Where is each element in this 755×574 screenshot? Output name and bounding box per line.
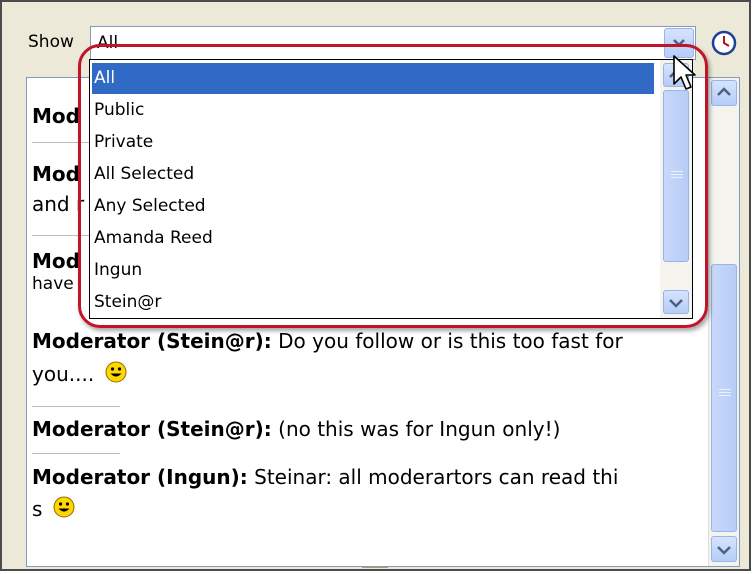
chevron-up-icon xyxy=(717,87,731,96)
thumb-grip xyxy=(671,174,683,175)
dropdown-scroll-thumb[interactable] xyxy=(663,90,689,262)
show-label: Show xyxy=(28,32,74,52)
dropdown-option-private[interactable]: Private xyxy=(92,127,654,158)
message-text: (no this was for Ingun only!) xyxy=(271,417,561,441)
chevron-down-icon xyxy=(717,546,731,555)
chevron-down-icon xyxy=(669,299,683,308)
thumb-grip xyxy=(719,392,731,393)
scroll-thumb[interactable] xyxy=(711,264,737,532)
chat-message: Moderator (Stein@r): (no this was for In… xyxy=(32,413,672,445)
message-text: you.... xyxy=(32,362,101,386)
dropdown-option-ingun[interactable]: Ingun xyxy=(92,255,654,286)
smiley-icon xyxy=(53,496,75,518)
thumb-grip xyxy=(719,389,731,390)
chat-message: Moderator (Stein@r): Do you follow or is… xyxy=(32,325,672,357)
smiley-icon xyxy=(105,361,127,383)
scroll-up-button[interactable] xyxy=(711,80,737,106)
chat-message: Moderator (Ingun): Steinar: all moderart… xyxy=(32,461,672,493)
message-author: Moderator (Stein@r): xyxy=(32,329,272,353)
message-author: Mod xyxy=(32,104,80,128)
dropdown-scrollbar[interactable] xyxy=(660,60,692,318)
dropdown-option-all-selected[interactable]: All Selected xyxy=(92,159,654,190)
scroll-down-button[interactable] xyxy=(711,536,737,562)
chat-message-cont: you.... xyxy=(32,358,672,390)
dropdown-option-steinar[interactable]: Stein@r xyxy=(92,287,654,318)
message-separator xyxy=(32,453,120,454)
dropdown-option-amanda-reed[interactable]: Amanda Reed xyxy=(92,223,654,254)
message-text: Steinar: all moderartors can read thi xyxy=(247,465,619,489)
message-author: Moderator (Ingun): xyxy=(32,465,248,489)
dropdown-option-all[interactable]: All xyxy=(92,63,654,94)
chevron-down-icon xyxy=(673,39,685,47)
message-author: Moderator (Stein@r): xyxy=(32,417,272,441)
message-text: Do you follow or is this too fast for xyxy=(271,329,623,353)
chat-scrollbar[interactable] xyxy=(708,78,739,566)
message-separator xyxy=(32,406,120,407)
message-text: s xyxy=(32,497,49,521)
thumb-grip xyxy=(719,395,731,396)
filter-combobox[interactable]: All xyxy=(90,26,696,60)
thumb-grip xyxy=(671,171,683,172)
message-author: Mod xyxy=(32,162,80,186)
dropdown-option-any-selected[interactable]: Any Selected xyxy=(92,191,654,222)
dropdown-option-public[interactable]: Public xyxy=(92,95,654,126)
filter-dropdown-list[interactable]: All Public Private All Selected Any Sele… xyxy=(89,59,693,319)
dropdown-scroll-down-button[interactable] xyxy=(663,290,689,314)
filter-combobox-value: All xyxy=(97,33,119,53)
thumb-grip xyxy=(671,177,683,178)
clock-icon[interactable] xyxy=(711,30,737,56)
resize-grip[interactable] xyxy=(362,566,388,568)
chat-message-cont: s xyxy=(32,493,672,525)
mouse-pointer-icon xyxy=(673,55,696,90)
